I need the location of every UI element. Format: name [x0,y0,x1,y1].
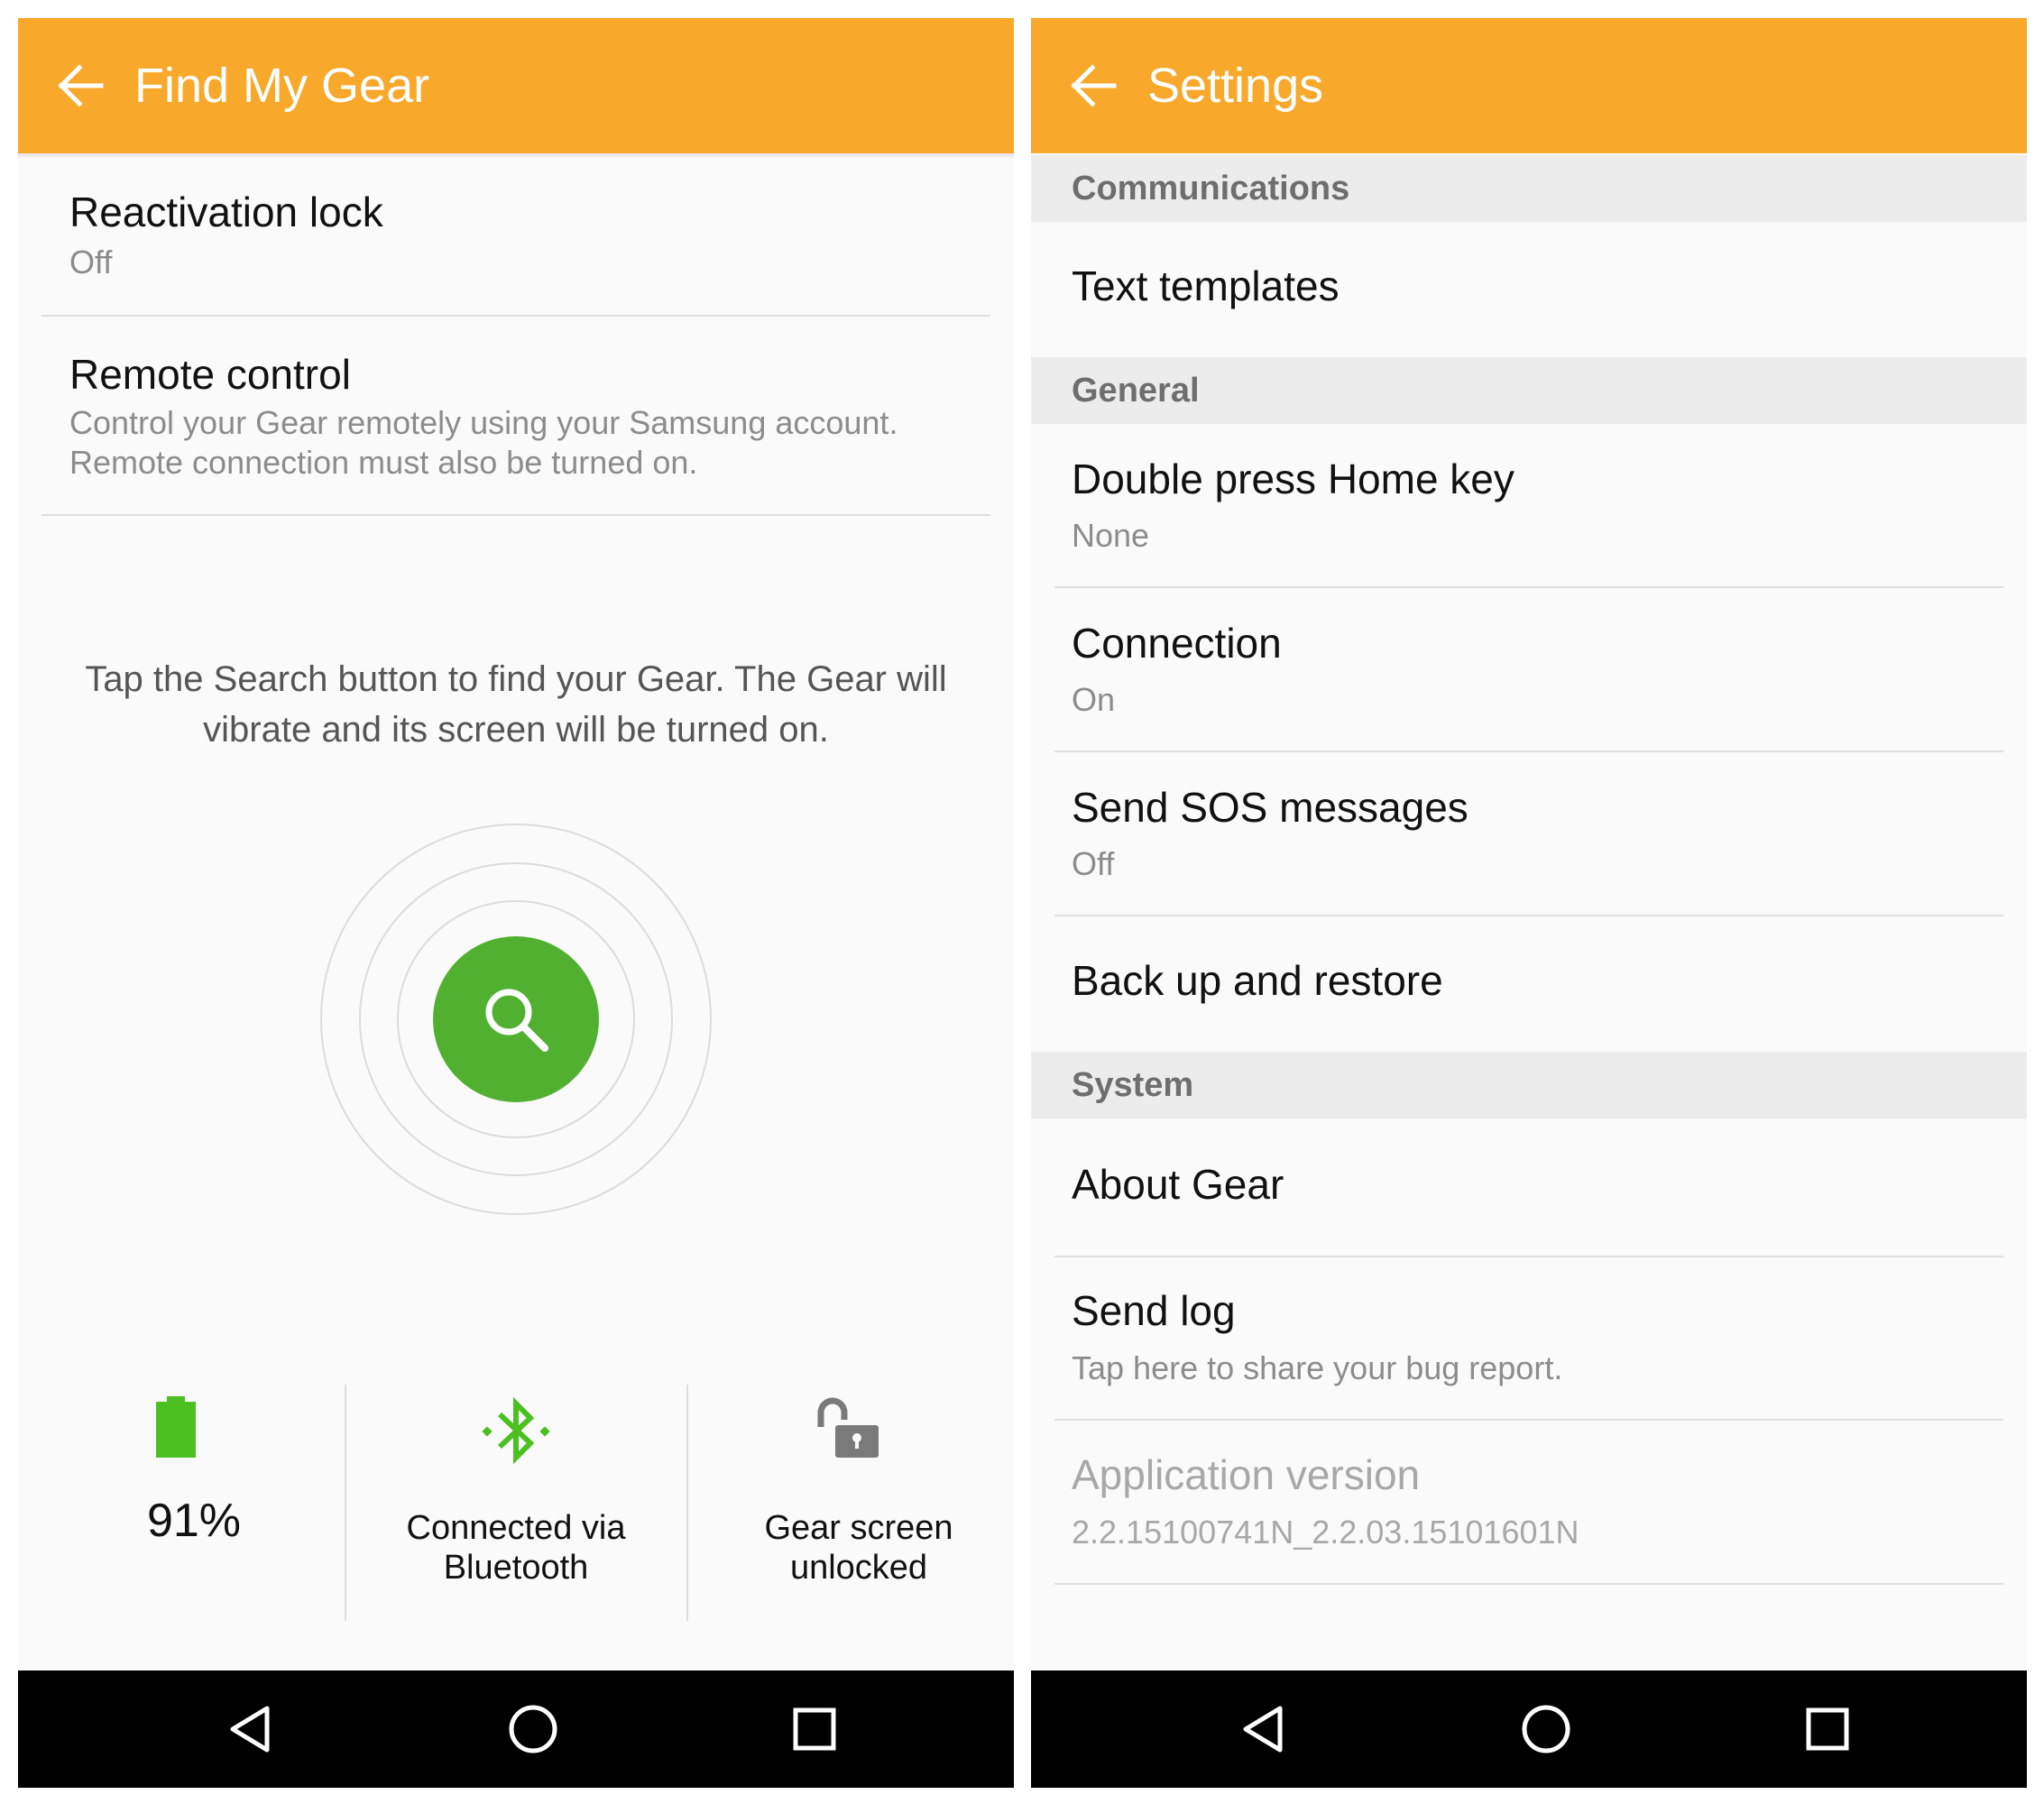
divider [1054,1419,2003,1421]
home-icon[interactable] [505,1701,561,1757]
divider [1054,915,2003,916]
back-arrow-icon[interactable] [54,59,108,113]
section-header-communications: Communications [1031,155,2027,222]
divider [41,315,990,317]
find-my-gear-screen: Find My Gear Reactivation lock Off Remot… [18,18,1014,1788]
navigation-bar [18,1671,1014,1788]
section-header-label: General [1072,372,1200,410]
back-icon[interactable] [222,1701,278,1757]
send-sos-title: Send SOS messages [1072,784,1469,831]
screen-lock-label-line1: Gear screen [764,1509,953,1547]
screen-lock-label-line2: unlocked [789,1549,928,1587]
divider [1054,586,2003,588]
double-press-home-title: Double press Home key [1072,456,1515,502]
unlocked-icon [817,1397,879,1458]
send-sos-value: Off [1072,845,1115,882]
app-bar: Settings [1031,18,2027,153]
search-hint: Tap the Search button to find your Gear.… [45,654,987,755]
app-bar: Find My Gear [18,18,1014,153]
page-title: Settings [1147,59,1324,113]
double-press-home-value: None [1072,517,1150,554]
navigation-bar [1031,1671,2027,1788]
connection-value: On [1072,681,1116,718]
settings-screen: Settings Communications Text templates G… [1031,18,2027,1788]
divider [1054,1256,2003,1257]
section-header-label: System [1072,1066,1194,1104]
back-icon[interactable] [1235,1701,1291,1757]
connection-title: Connection [1072,620,1282,667]
text-templates-title: Text templates [1072,262,1340,309]
search-hint-line1: Tap the Search button to find your Gear.… [85,659,947,699]
app-bar-shadow [18,153,1014,159]
remote-control-description-line2: Remote connection must also be turned on… [69,444,698,481]
home-icon[interactable] [1518,1701,1574,1757]
backup-restore-title: Back up and restore [1072,957,1443,1004]
connection-label-line2: Bluetooth [443,1549,589,1587]
connection-label: Connected via Bluetooth [354,1508,678,1588]
remote-control-title: Remote control [69,351,351,398]
search-hint-line2: vibrate and its screen will be turned on… [203,710,829,750]
back-arrow-icon[interactable] [1067,59,1121,113]
recents-icon[interactable] [1800,1701,1855,1757]
divider [1054,1583,2003,1585]
section-header-system: System [1031,1052,2027,1118]
status-separator [345,1385,346,1621]
reactivation-lock-title: Reactivation lock [69,189,383,235]
battery-percentage: 91% [146,1495,242,1547]
bluetooth-icon [482,1396,550,1465]
search-icon [485,989,548,1052]
application-version-value: 2.2.15100741N_2.2.03.15101601N [1072,1514,1579,1551]
search-button[interactable] [433,936,599,1102]
battery-icon [156,1396,196,1458]
send-log-description: Tap here to share your bug report. [1072,1349,1563,1386]
section-header-general: General [1031,357,2027,424]
connection-label-line1: Connected via [406,1509,626,1547]
about-gear-title: About Gear [1072,1161,1284,1208]
recents-icon[interactable] [787,1701,842,1757]
screen-lock-label: Gear screen unlocked [696,1508,1014,1588]
status-separator [686,1385,688,1621]
section-header-label: Communications [1072,170,1350,207]
reactivation-lock-value: Off [69,244,113,281]
divider [1054,750,2003,752]
application-version-title: Application version [1072,1451,1421,1498]
page-title: Find My Gear [134,59,430,113]
send-log-title: Send log [1072,1287,1236,1334]
remote-control-description-line1: Control your Gear remotely using your Sa… [69,404,898,441]
divider [41,514,990,516]
